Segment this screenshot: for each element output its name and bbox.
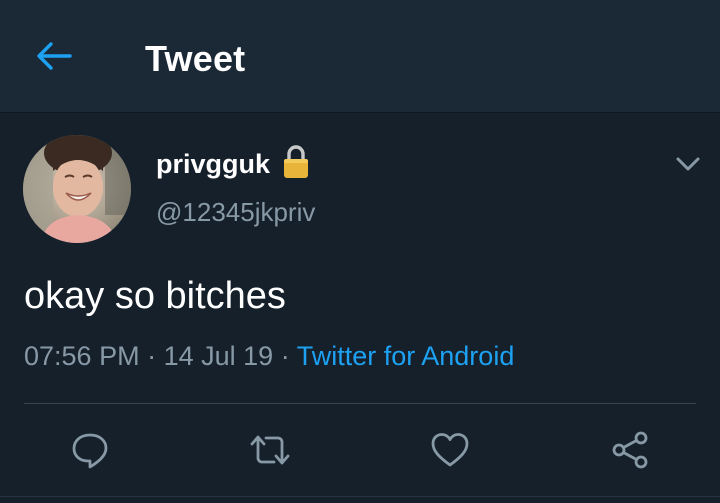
reply-button[interactable] xyxy=(68,428,112,472)
like-button[interactable] xyxy=(428,428,472,472)
author-row: privgguk xyxy=(156,145,311,180)
tweet-menu-button[interactable] xyxy=(672,150,704,180)
meta-separator: · xyxy=(147,341,157,371)
chevron-down-icon xyxy=(676,157,700,171)
back-button[interactable] xyxy=(30,36,78,76)
share-icon xyxy=(612,431,648,469)
meta-separator: · xyxy=(280,341,290,371)
avatar[interactable] xyxy=(23,135,131,243)
tweet-time: 07:56 PM xyxy=(24,341,140,371)
tweet-text: okay so bitches xyxy=(24,275,286,317)
like-icon xyxy=(431,433,469,467)
lock-icon xyxy=(284,145,309,178)
divider xyxy=(0,496,720,497)
top-bar: Tweet xyxy=(0,0,720,113)
display-name[interactable]: privgguk xyxy=(156,149,270,180)
arrow-left-icon xyxy=(37,42,72,70)
tweet-meta: 07:56 PM · 14 Jul 19 · Twitter for Andro… xyxy=(24,341,514,372)
tweet-date: 14 Jul 19 xyxy=(163,341,274,371)
divider xyxy=(24,403,696,404)
page-title: Tweet xyxy=(145,38,246,79)
retweet-button[interactable] xyxy=(248,428,292,472)
reply-icon xyxy=(72,433,108,469)
user-handle[interactable]: @12345jkpriv xyxy=(156,197,315,228)
share-button[interactable] xyxy=(608,428,652,472)
tweet-source-link[interactable]: Twitter for Android xyxy=(297,341,515,371)
retweet-icon xyxy=(250,435,290,465)
